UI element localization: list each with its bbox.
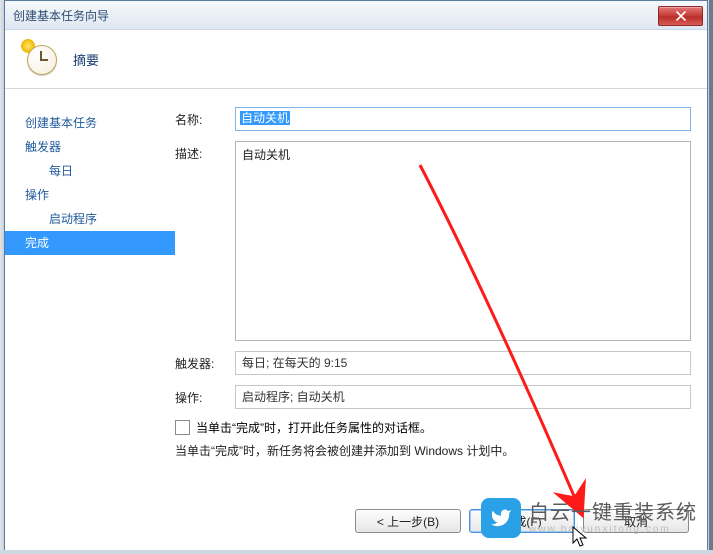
- action-field: 启动程序; 自动关机: [235, 385, 691, 409]
- wizard-header: 摘要: [5, 30, 707, 89]
- watermark: 白云一键重装系统 www.baiyunxitong.com: [481, 498, 697, 538]
- action-label: 操作:: [175, 385, 235, 406]
- wizard-sidebar: 创建基本任务触发器每日操作启动程序完成: [5, 89, 175, 493]
- trigger-row: 触发器: 每日; 在每天的 9:15: [175, 351, 691, 375]
- desc-value: 自动关机: [242, 148, 290, 162]
- name-label: 名称:: [175, 107, 235, 128]
- frame-right-edge: [709, 0, 713, 554]
- completion-note: 当单击“完成”时，新任务将会被创建并添加到 Windows 计划中。: [175, 442, 691, 459]
- wizard-window: 创建基本任务向导 摘要 创建基本任务触发器每日操作启动程序完成 名称: 自动关机: [4, 0, 708, 552]
- open-properties-checkbox[interactable]: [175, 420, 190, 435]
- task-clock-icon: [23, 41, 59, 77]
- name-row: 名称: 自动关机: [175, 107, 691, 131]
- desc-label: 描述:: [175, 141, 235, 162]
- frame-bottom-edge: [0, 550, 713, 554]
- wizard-main: 名称: 自动关机 描述: 自动关机 触发器: 每日; 在每天的 9:15 操作:…: [175, 89, 707, 493]
- sidebar-item-1[interactable]: 触发器: [5, 135, 175, 159]
- sidebar-item-4[interactable]: 启动程序: [5, 207, 175, 231]
- page-title: 摘要: [73, 50, 99, 69]
- name-value: 自动关机: [240, 111, 290, 125]
- window-title: 创建基本任务向导: [13, 7, 109, 24]
- watermark-line1: 白云一键重装系统: [529, 502, 697, 524]
- watermark-text: 白云一键重装系统 www.baiyunxitong.com: [529, 502, 697, 535]
- watermark-badge-icon: [481, 498, 521, 538]
- sidebar-item-0[interactable]: 创建基本任务: [5, 111, 175, 135]
- desc-row: 描述: 自动关机: [175, 141, 691, 341]
- name-input[interactable]: 自动关机: [235, 107, 691, 131]
- trigger-label: 触发器:: [175, 351, 235, 372]
- sidebar-item-5[interactable]: 完成: [5, 231, 175, 255]
- wizard-body: 创建基本任务触发器每日操作启动程序完成 名称: 自动关机 描述: 自动关机 触发…: [5, 89, 707, 493]
- titlebar: 创建基本任务向导: [5, 1, 707, 30]
- open-properties-label: 当单击“完成”时，打开此任务属性的对话框。: [196, 419, 432, 436]
- sidebar-item-2[interactable]: 每日: [5, 159, 175, 183]
- action-row: 操作: 启动程序; 自动关机: [175, 385, 691, 409]
- open-properties-row: 当单击“完成”时，打开此任务属性的对话框。: [175, 419, 691, 436]
- watermark-line2: www.baiyunxitong.com: [529, 524, 697, 535]
- close-button[interactable]: [658, 6, 703, 26]
- sidebar-item-3[interactable]: 操作: [5, 183, 175, 207]
- close-icon: [676, 11, 686, 21]
- trigger-field: 每日; 在每天的 9:15: [235, 351, 691, 375]
- desc-input[interactable]: 自动关机: [235, 141, 691, 341]
- back-button[interactable]: < 上一步(B): [355, 509, 461, 533]
